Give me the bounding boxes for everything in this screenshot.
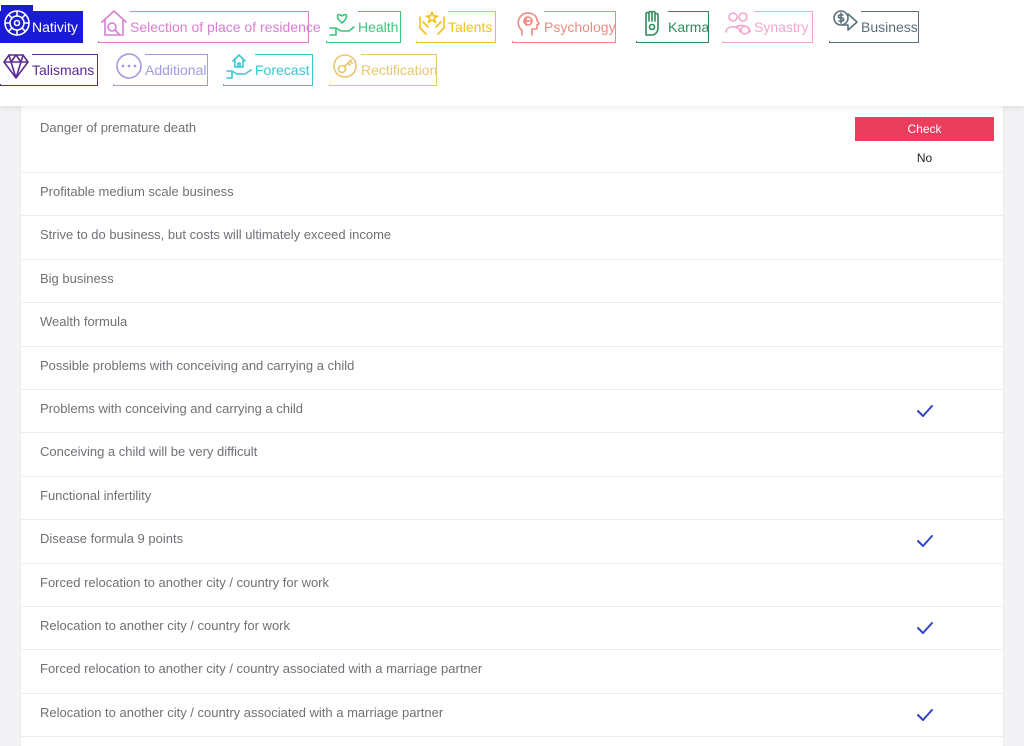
row-label: Profitable medium scale business	[40, 184, 234, 199]
house-search-icon	[98, 5, 130, 41]
check-button[interactable]: Check	[855, 117, 994, 141]
table-row: Forced relocation to another city / coun…	[21, 564, 1003, 607]
target-key-icon	[329, 48, 361, 84]
checkmark-icon	[916, 404, 934, 418]
table-row: Disease formula 9 points	[21, 520, 1003, 564]
tab-synastry[interactable]: Synastry	[722, 5, 813, 43]
more-dots-icon	[113, 48, 145, 84]
table-row: Strive to do business, but costs will ul…	[21, 216, 1003, 260]
table-row: Danger of premature death Check No	[21, 106, 1003, 173]
row-label: Big business	[40, 270, 114, 286]
row-label: Relocation to another city / country ass…	[40, 704, 444, 720]
checkmark-icon	[916, 708, 934, 722]
tab-label: Additional	[145, 62, 207, 78]
row-label: Relocation to another city / country for…	[40, 618, 291, 633]
tab-label: Health	[358, 19, 399, 35]
tab-forecast[interactable]: Forecast	[223, 48, 313, 86]
tab-label: Karma	[668, 19, 710, 35]
nativity-wheel-icon	[1, 5, 33, 41]
row-label: Forced relocation to another city / coun…	[40, 574, 330, 590]
tab-label: Selection of place of residence	[130, 19, 321, 35]
checkmark-icon	[916, 621, 934, 635]
tab-additional[interactable]: Additional	[113, 48, 208, 86]
table-row: Functional infertility	[21, 477, 1003, 521]
karma-hand-icon	[636, 5, 668, 41]
tab-business[interactable]: Business	[829, 5, 919, 43]
diamond-icon	[0, 48, 32, 84]
tab-label: Talismans	[32, 62, 95, 78]
heart-hand-icon	[326, 5, 358, 41]
table-row: Relocation to another city / country ass…	[21, 694, 1003, 738]
tab-residence[interactable]: Selection of place of residence	[98, 5, 321, 43]
tab-psychology[interactable]: Psychology	[512, 5, 616, 43]
table-row: Possible problems with conceiving and ca…	[21, 347, 1003, 390]
tab-rectification[interactable]: Rectification	[329, 48, 438, 86]
tab-label: Synastry	[754, 19, 809, 35]
tab-nativity[interactable]: Nativity	[0, 5, 83, 43]
table-row: Relocation to another city / country for…	[21, 607, 1003, 651]
tab-talismans[interactable]: Talismans	[0, 48, 98, 86]
table-row: Conceiving a child will be very difficul…	[21, 433, 1003, 477]
row-label: Functional infertility	[40, 487, 152, 503]
tab-karma[interactable]: Karma	[636, 5, 710, 43]
row-label: Conceiving a child will be very difficul…	[40, 444, 258, 460]
row-label: Problems with conceiving and carrying a …	[40, 401, 304, 416]
tab-label: Business	[861, 19, 918, 35]
money-hand-icon	[829, 5, 861, 41]
tab-label: Forecast	[255, 62, 310, 78]
row-label: Possible problems with conceiving and ca…	[40, 357, 355, 373]
tab-label: Rectification	[361, 62, 438, 78]
checkmark-icon	[916, 534, 934, 548]
tab-health[interactable]: Health	[326, 5, 401, 43]
table-row: Wealth formula	[21, 303, 1003, 347]
table-row: Profitable medium scale business	[21, 173, 1003, 217]
category-tab-bar: Nativity Selection of place of residence H…	[0, 0, 1024, 106]
row-label: Disease formula 9 points	[40, 531, 184, 547]
results-table: Danger of premature death Check No Profitab…	[20, 106, 1004, 746]
row-label: Forced relocation to another city / coun…	[40, 661, 483, 677]
row-label: Strive to do business, but costs will ul…	[40, 227, 392, 243]
tab-label: Talents	[448, 19, 493, 35]
result-value: No	[916, 151, 933, 165]
couple-icon	[722, 5, 754, 41]
house-hand-icon	[223, 48, 255, 84]
brain-head-icon	[512, 5, 544, 41]
tab-label: Psychology	[544, 19, 616, 35]
table-row: Problems with conceiving and carrying a …	[21, 390, 1003, 434]
tab-talents[interactable]: Talents	[416, 5, 496, 43]
row-label: Wealth formula	[40, 314, 128, 330]
talents-hands-icon	[416, 5, 448, 41]
table-row: Forced relocation to another city / coun…	[21, 650, 1003, 694]
table-row: Big business	[21, 260, 1003, 304]
row-label: Danger of premature death	[40, 120, 197, 135]
tab-label: Nativity	[32, 19, 78, 35]
